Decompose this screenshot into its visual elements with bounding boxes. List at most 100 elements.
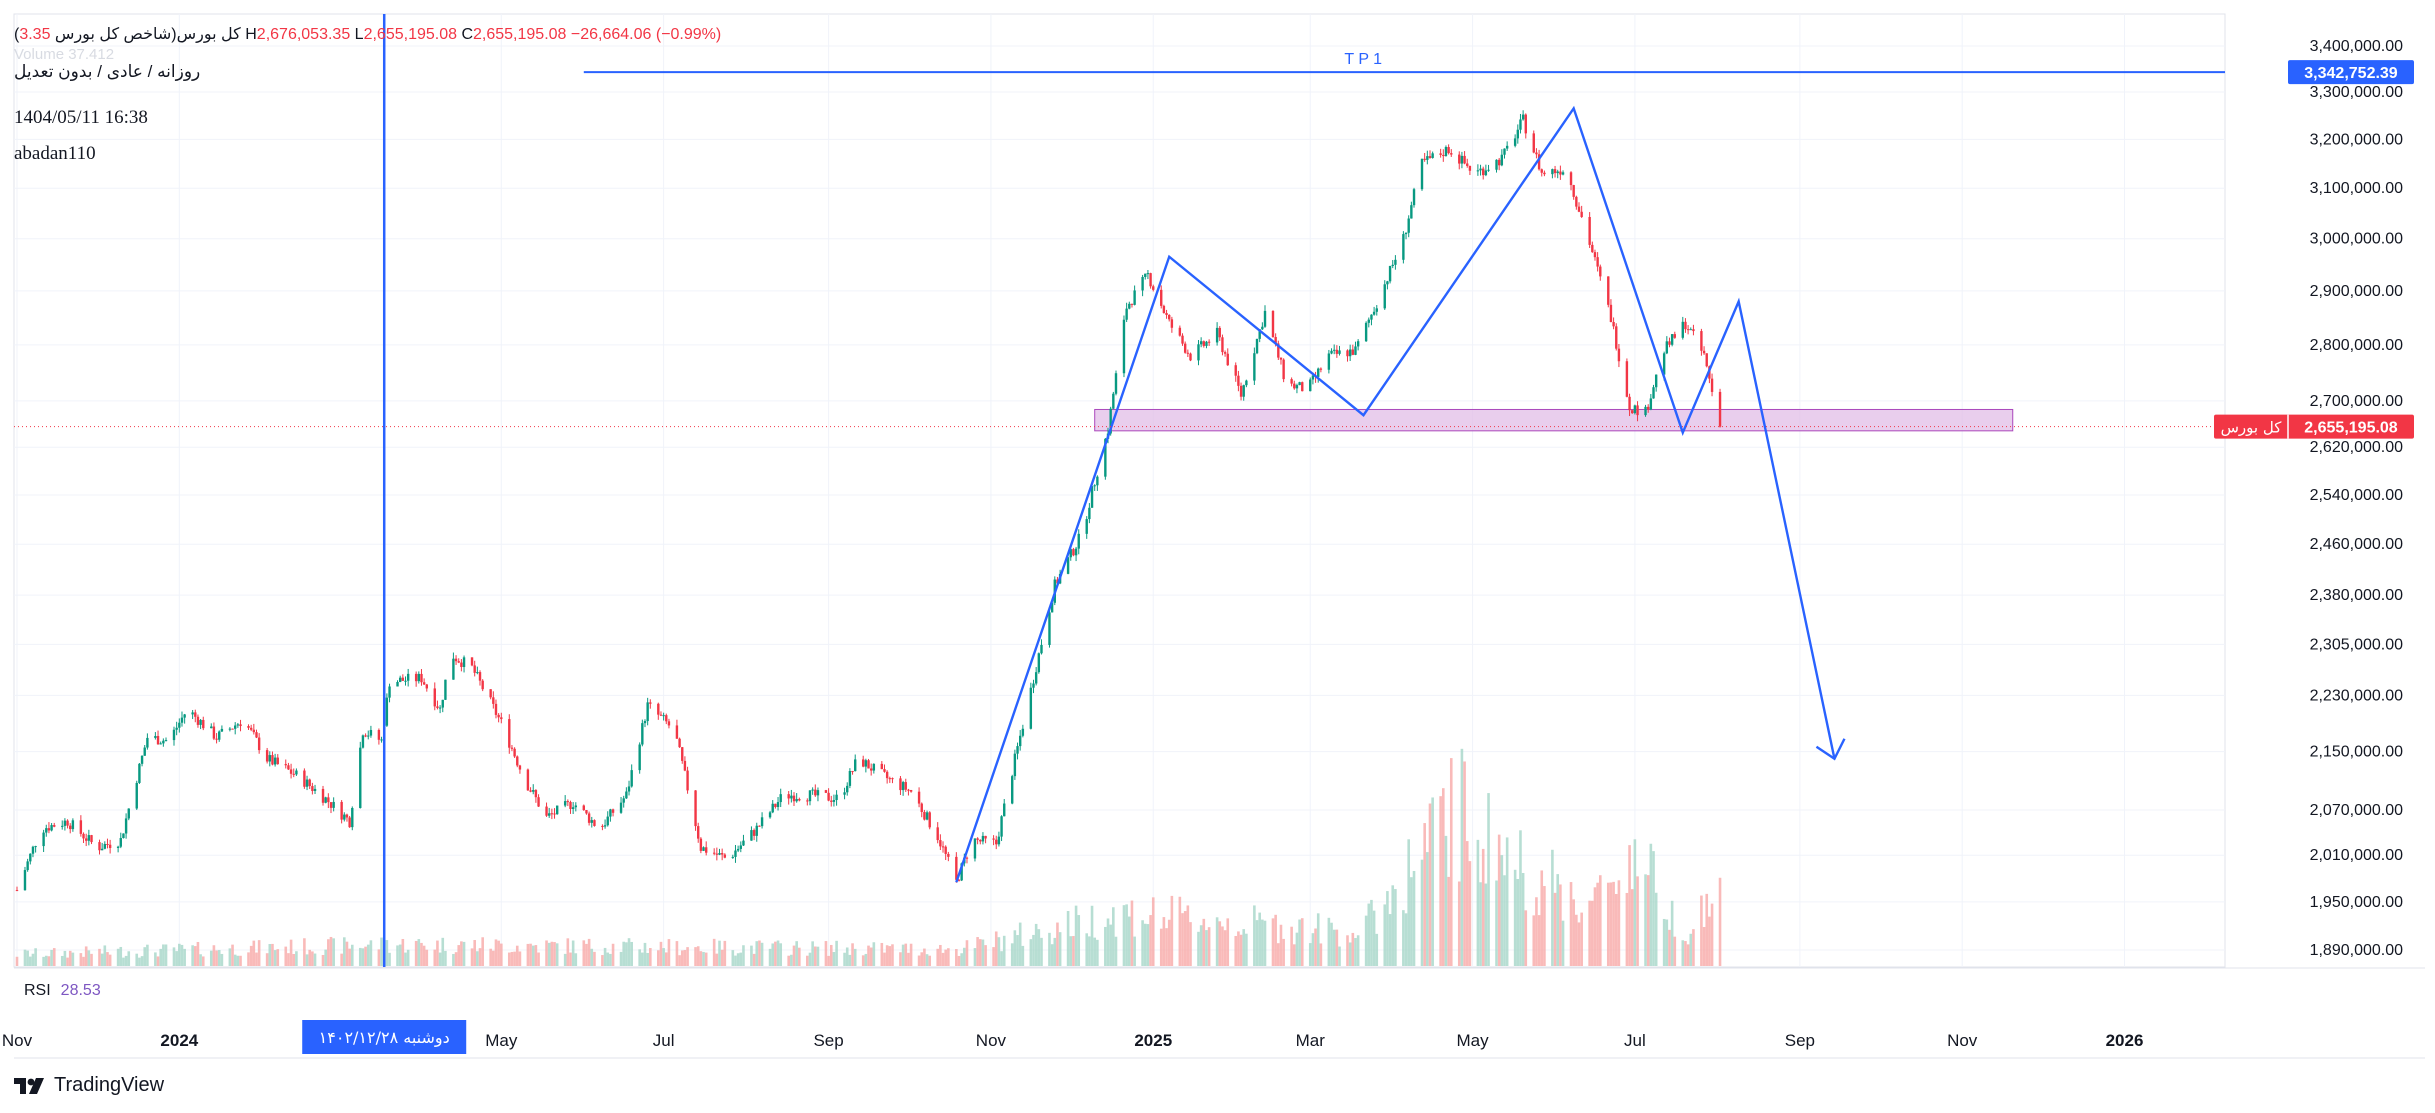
volume-bar [1439, 796, 1442, 966]
volume-bar [327, 939, 330, 966]
candle-body [489, 689, 492, 698]
volume-bar [1495, 880, 1498, 966]
candle-body [1319, 368, 1323, 370]
volume-bar [649, 948, 652, 966]
candle-body [830, 800, 833, 802]
pattern-drawings[interactable]: T P 1 [14, 51, 2225, 883]
candle-body [923, 812, 926, 820]
candle-body [1599, 266, 1602, 277]
candle-body [396, 681, 399, 687]
candle-body [662, 715, 665, 717]
volume-bar [582, 940, 586, 966]
volume-bar [313, 953, 317, 966]
time-tick-label: May [485, 1031, 518, 1050]
candle-body [1516, 129, 1520, 139]
volume-bar [723, 940, 727, 966]
volume-bar [1127, 916, 1131, 966]
volume-bar [731, 950, 735, 966]
volume-bar [957, 955, 961, 966]
candle-body [516, 756, 519, 766]
volume-bar [1537, 915, 1541, 966]
time-tick-label: Mar [1296, 1031, 1326, 1050]
volume-bar [116, 948, 120, 966]
candle-body [98, 842, 101, 851]
volume-bar [1122, 905, 1126, 966]
candle-body [723, 854, 727, 858]
volume-bar [252, 940, 256, 966]
candle-body [61, 825, 64, 827]
candle-body [880, 763, 884, 770]
volume-bar [1327, 917, 1331, 966]
support-zone[interactable] [1094, 408, 2014, 432]
candle-body [1482, 168, 1485, 176]
candle-body [29, 853, 32, 862]
volume-bar [529, 943, 532, 966]
candle-body [566, 801, 570, 803]
candle-body [1479, 168, 1482, 171]
candle-body [553, 813, 556, 815]
volume-bar [1253, 905, 1256, 966]
volume-bar [1178, 896, 1182, 966]
volume-bar [492, 950, 495, 966]
candle-body [1348, 349, 1352, 357]
volume-bar [1580, 912, 1583, 966]
volume-bar [1356, 935, 1360, 966]
interval-label: روزانه / عادی / بدون تعدیل [14, 62, 201, 81]
price-chart[interactable]: T P 1 1,890,000.00 1,950,000.00 2,010,000.… [0, 0, 2435, 1113]
candle-body [361, 735, 365, 748]
volume-bar [247, 952, 250, 966]
volume-bar [1612, 881, 1615, 966]
candle-body [45, 828, 48, 833]
volume-bar [473, 940, 476, 966]
candle-body [601, 825, 604, 827]
volume-bar [414, 940, 418, 966]
volume-bar [462, 941, 466, 966]
volume-bar [936, 948, 940, 966]
volume-bar [140, 956, 144, 966]
volume-bar [26, 950, 29, 966]
volume-bar [1104, 926, 1107, 966]
volume-bar [1346, 935, 1349, 966]
candle-body [1237, 375, 1240, 386]
candle-body [87, 835, 91, 841]
volume-bar [920, 952, 924, 966]
volume-bar [678, 955, 681, 966]
candle-body [1673, 334, 1677, 338]
volume-bar [816, 946, 820, 966]
candle-body [1346, 350, 1349, 357]
volume-bar [146, 944, 149, 966]
volume-bar [625, 942, 628, 966]
candle-body [1013, 753, 1017, 777]
volume-bar [476, 951, 479, 966]
candle-body [1561, 172, 1565, 175]
candle-body [1535, 152, 1538, 155]
volume-bar [276, 949, 280, 966]
candle-body [417, 673, 421, 682]
high-label: H [245, 26, 257, 43]
volume-bar [345, 941, 349, 966]
candle-body [1636, 405, 1639, 416]
volume-bar [1032, 934, 1035, 966]
volume-bar [1447, 876, 1450, 966]
candle-body [1370, 314, 1373, 320]
volume-bar [156, 956, 160, 966]
volume-bar [603, 947, 607, 966]
tradingview-brand[interactable]: TradingView [14, 1074, 164, 1097]
volume-bar [122, 957, 125, 966]
candle-body [63, 820, 67, 826]
candle-body [909, 789, 913, 792]
volume-bar [888, 946, 892, 966]
candle-body [627, 786, 631, 792]
candle-body [348, 817, 351, 828]
candle-body [590, 820, 593, 823]
volume-bar [1056, 922, 1059, 966]
volume-bar [845, 947, 849, 966]
candle-body [1245, 380, 1248, 386]
candle-body [518, 765, 522, 770]
volume-bar [377, 949, 381, 966]
candle-body [1327, 353, 1331, 370]
candle-body [1375, 308, 1378, 312]
candle-body [1253, 353, 1256, 381]
volume-bar [1016, 935, 1019, 966]
price-axis[interactable]: 1,890,000.00 1,950,000.00 2,010,000.00 2,07… [2310, 38, 2404, 959]
